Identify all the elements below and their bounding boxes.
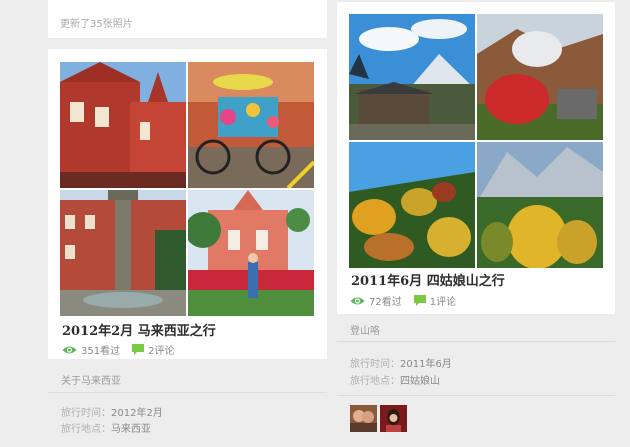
album-stats: 351看过 2评论 (62, 342, 186, 357)
photo-red-church[interactable] (60, 62, 186, 188)
travel-place-label: 旅行地点： (350, 376, 400, 387)
photo-mountain-hut[interactable] (349, 14, 475, 140)
photo-autumn-forest[interactable] (349, 142, 475, 268)
comment-count[interactable]: 2评论 (148, 342, 174, 357)
travel-time-value: 2012年2月 (111, 408, 163, 419)
section-title: 登山咯 (350, 326, 380, 337)
photo-fountain[interactable] (60, 190, 186, 316)
section-title: 关于马来西亚 (61, 376, 121, 387)
view-count: 72看过 (369, 297, 402, 308)
travel-time-value: 2011年6月 (400, 359, 452, 370)
photo-grid (60, 62, 314, 316)
photo-church-girl[interactable] (188, 190, 314, 316)
comment-icon (132, 344, 145, 355)
travel-time-label: 旅行时间： (350, 359, 400, 370)
divider (337, 395, 615, 396)
album-title[interactable]: 2012年2月 马来西亚之行 (62, 320, 216, 339)
comment-icon (413, 295, 426, 306)
album-card-siguniang[interactable]: 2011年6月 四姑娘山之行 72看过 1评论 (337, 2, 615, 314)
album-card-malaysia[interactable]: 2012年2月 马来西亚之行 351看过 2评论 (48, 49, 327, 359)
travel-place-row: 旅行地点：四姑娘山 (350, 372, 440, 387)
travel-time-label: 旅行时间： (61, 408, 111, 419)
photo-grid (349, 14, 603, 268)
avatar[interactable] (380, 405, 407, 432)
update-text: 更新了35张照片 (60, 19, 133, 30)
photo-golden-trees[interactable] (477, 142, 603, 268)
divider (48, 392, 327, 393)
travel-time-row: 旅行时间：2011年6月 (350, 355, 452, 370)
avatar[interactable] (350, 405, 377, 432)
update-card: 更新了35张照片 (48, 0, 327, 38)
album-title[interactable]: 2011年6月 四姑娘山之行 (351, 270, 505, 289)
photo-red-bush[interactable] (477, 14, 603, 140)
travel-place-label: 旅行地点： (61, 424, 111, 435)
eye-icon (350, 297, 365, 304)
eye-icon (62, 346, 77, 353)
travel-place-value: 四姑娘山 (400, 376, 440, 387)
album-stats: 72看过 1评论 (350, 293, 468, 308)
photo-trishaw[interactable] (188, 62, 314, 188)
travel-place-value: 马来西亚 (111, 424, 151, 435)
travel-place-row: 旅行地点：马来西亚 (61, 420, 151, 435)
comment-count[interactable]: 1评论 (430, 293, 456, 308)
travel-time-row: 旅行时间：2012年2月 (61, 404, 163, 419)
view-count: 351看过 (81, 346, 121, 357)
divider (337, 341, 615, 342)
